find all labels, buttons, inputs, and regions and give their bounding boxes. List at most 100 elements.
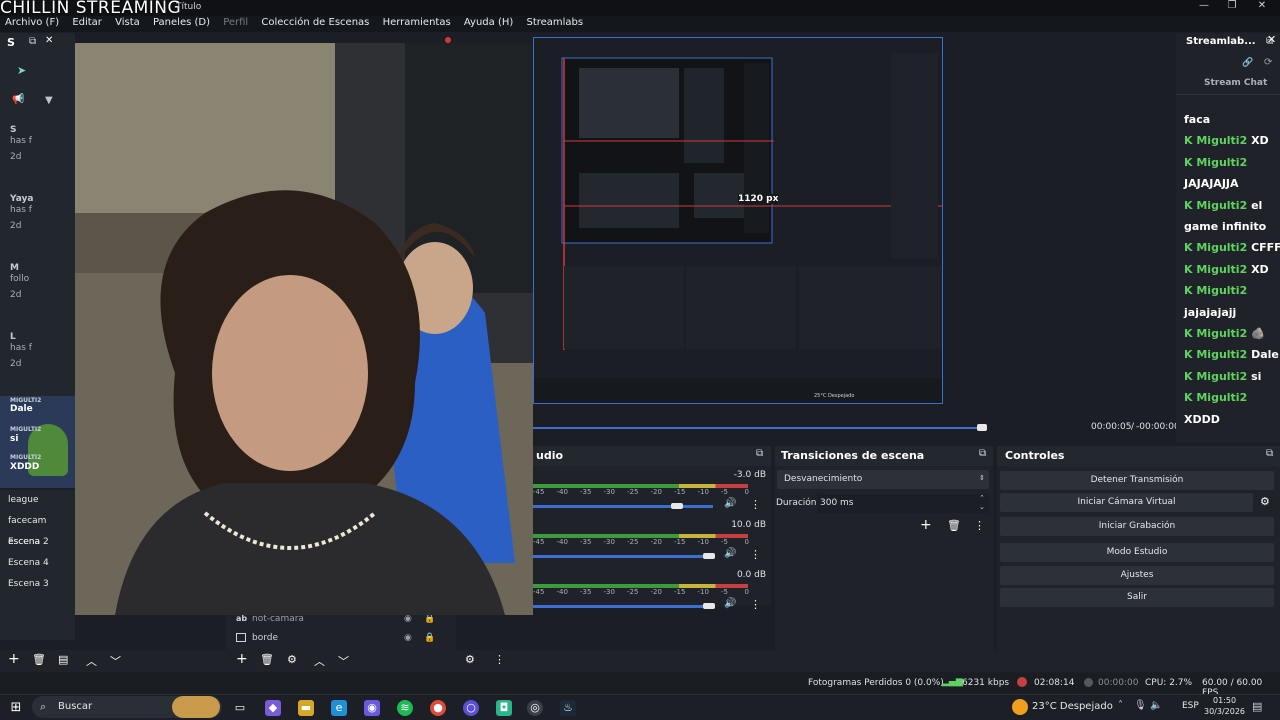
taskbar-weather[interactable]: 23°C Despejado: [1032, 701, 1113, 712]
timeline-knob[interactable]: [977, 424, 988, 431]
menu-streamlabs[interactable]: Streamlabs: [521, 16, 588, 29]
chat-username[interactable]: Migulti2: [1196, 370, 1247, 383]
move-down-icon[interactable]: ﹀: [110, 653, 121, 669]
refresh-icon[interactable]: ⟳: [1264, 57, 1272, 68]
streamlabs-icon[interactable]: ◘: [496, 700, 512, 716]
visibility-icon[interactable]: ◉: [404, 614, 412, 624]
speaker-icon[interactable]: 🔊: [724, 548, 736, 559]
chat-username[interactable]: Migulti2: [1196, 263, 1247, 276]
popout-icon[interactable]: ⧉: [756, 448, 763, 459]
audio-settings-icon[interactable]: ⚙: [465, 653, 475, 666]
muted-speaker-icon[interactable]: 🔊: [724, 598, 736, 609]
volume-slider[interactable]: [533, 505, 713, 508]
volume-slider-knob[interactable]: [703, 603, 716, 609]
volume-slider[interactable]: [533, 605, 713, 608]
settings-button[interactable]: Ajustes: [1000, 566, 1274, 585]
tray-chevron-icon[interactable]: ˄: [1118, 700, 1123, 711]
volume-slider-knob[interactable]: [703, 553, 716, 559]
exit-button[interactable]: Salir: [1000, 588, 1274, 607]
more-options-icon[interactable]: ⋮: [750, 548, 761, 561]
transform-handle[interactable]: [445, 37, 451, 43]
source-properties-icon[interactable]: ⚙: [287, 653, 297, 666]
gear-icon[interactable]: ⚙: [1260, 495, 1270, 508]
source-name[interactable]: borde: [252, 633, 278, 643]
scene-item[interactable]: Escena 2: [0, 532, 75, 553]
windows-start-icon[interactable]: ⊞: [8, 700, 24, 716]
source-name[interactable]: not-camara: [252, 614, 304, 624]
add-scene-icon[interactable]: +: [8, 651, 20, 667]
lock-icon[interactable]: 🔒: [424, 614, 435, 624]
duration-input[interactable]: 300 ms: [817, 494, 989, 513]
move-down-icon[interactable]: ﹀: [338, 653, 349, 669]
chat-username[interactable]: Migulti2: [1196, 156, 1247, 169]
stepper-icon[interactable]: ⌃ ⌄: [979, 494, 985, 512]
chat-username[interactable]: Migulti2: [1196, 327, 1247, 340]
menu-edit[interactable]: Editar: [67, 16, 107, 29]
scene-item[interactable]: facecam escena: [0, 511, 75, 547]
file-explorer-icon[interactable]: ▬: [298, 700, 314, 716]
start-recording-button[interactable]: Iniciar Grabación: [1000, 517, 1274, 536]
more-options-icon[interactable]: ⋮: [750, 498, 761, 511]
steam-icon[interactable]: ♨: [560, 700, 576, 716]
microphone-icon[interactable]: 🎙: [1134, 700, 1147, 711]
copilot-icon[interactable]: ◆: [265, 700, 281, 716]
chat-username[interactable]: Migulti2: [1196, 284, 1247, 297]
scene-item[interactable]: Escena 3: [0, 574, 75, 595]
more-options-icon[interactable]: ⋮: [750, 598, 761, 611]
transition-select[interactable]: Desvanecimiento: [777, 470, 989, 489]
more-options-icon[interactable]: ⋮: [494, 653, 505, 666]
remove-source-icon[interactable]: 🗑: [260, 653, 274, 666]
more-options-icon[interactable]: ⋮: [974, 519, 985, 532]
scene-filters-icon[interactable]: ▤: [58, 653, 68, 666]
app-icon[interactable]: ○: [463, 700, 479, 716]
menu-scene-collection[interactable]: Colección de Escenas: [256, 16, 374, 29]
edge-icon[interactable]: e: [331, 700, 347, 716]
chat-username[interactable]: Migulti2: [1196, 199, 1247, 212]
move-up-icon[interactable]: ︿: [86, 653, 97, 669]
speaker-icon[interactable]: 🔊: [724, 498, 736, 509]
move-up-icon[interactable]: ︿: [314, 653, 325, 669]
chat-username[interactable]: Migulti2: [1196, 134, 1247, 147]
spotify-icon[interactable]: ≋: [397, 700, 413, 716]
discord-icon[interactable]: ◉: [364, 700, 380, 716]
link-icon[interactable]: 🔗: [1242, 58, 1253, 68]
chat-username[interactable]: Migulti2: [1196, 348, 1247, 361]
task-view-icon[interactable]: ▭: [232, 700, 248, 716]
speaker-icon[interactable]: 🔈: [1150, 700, 1162, 711]
popout-icon[interactable]: ⧉: [29, 36, 36, 47]
scene-item[interactable]: league: [0, 490, 75, 511]
scene-item[interactable]: Escena 4: [0, 553, 75, 574]
remove-transition-icon[interactable]: 🗑: [947, 519, 961, 532]
timeline-track[interactable]: [533, 427, 983, 429]
start-virtual-camera-button[interactable]: Iniciar Cámara Virtual: [1000, 493, 1253, 512]
menu-profile[interactable]: Perfil: [218, 16, 253, 29]
filter-icon[interactable]: ▼: [45, 95, 53, 106]
popout-icon[interactable]: ⧉: [1266, 448, 1273, 459]
chat-close-icon[interactable]: ✕: [1267, 33, 1276, 46]
visibility-icon[interactable]: ◉: [404, 633, 412, 643]
chat-username[interactable]: Migulti2: [1196, 241, 1247, 254]
megaphone-icon[interactable]: 📢: [12, 94, 24, 105]
popout-icon[interactable]: ⧉: [979, 448, 986, 459]
minimize-button[interactable]: —: [1190, 0, 1218, 14]
clock-time[interactable]: 01:50: [1213, 696, 1236, 705]
menu-help[interactable]: Ayuda (H): [459, 16, 518, 29]
preview-canvas[interactable]: 1120 px 25°C Despejado: [533, 37, 943, 404]
volume-slider-knob[interactable]: [671, 503, 683, 509]
remove-scene-icon[interactable]: 🗑: [32, 653, 46, 666]
stop-streaming-button[interactable]: Detener Transmisión: [1000, 471, 1274, 490]
menu-view[interactable]: Vista: [110, 16, 145, 29]
close-button[interactable]: ✕: [1248, 0, 1276, 14]
chat-username[interactable]: Migulti2: [1196, 391, 1247, 404]
lock-icon[interactable]: 🔒: [424, 633, 435, 643]
close-icon[interactable]: ✕: [45, 35, 53, 46]
clock-date[interactable]: 30/3/2026: [1204, 707, 1245, 716]
menu-tools[interactable]: Herramientas: [378, 16, 456, 29]
chrome-icon[interactable]: ●: [430, 700, 446, 716]
volume-slider[interactable]: [533, 555, 713, 558]
add-transition-icon[interactable]: +: [920, 517, 932, 533]
add-source-icon[interactable]: +: [236, 651, 248, 667]
language-indicator[interactable]: ESP: [1182, 701, 1199, 711]
menu-file[interactable]: Archivo (F): [0, 16, 64, 29]
menu-docks[interactable]: Paneles (D): [148, 16, 215, 29]
